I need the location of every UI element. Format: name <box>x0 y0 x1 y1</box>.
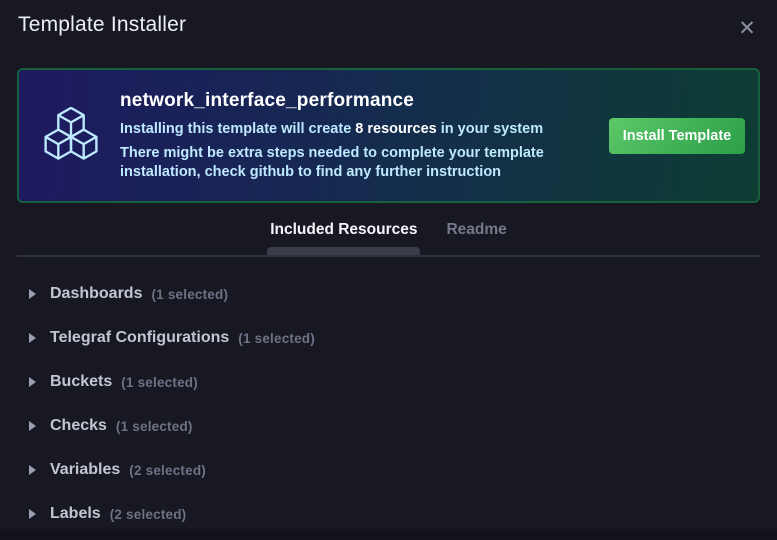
resource-count: (1 selected) <box>121 374 198 390</box>
caret-right-icon <box>29 509 36 519</box>
tab-readme-label: Readme <box>446 221 507 238</box>
resource-row-checks[interactable]: Checks (1 selected) <box>0 404 777 448</box>
resource-count: (1 selected) <box>115 418 193 434</box>
resource-label: Buckets <box>50 373 113 390</box>
resource-list: Dashboards (1 selected) Telegraf Configu… <box>0 272 777 536</box>
caret-right-icon <box>29 333 36 343</box>
install-template-button[interactable]: Install Template <box>609 117 745 154</box>
caret-right-icon <box>29 377 36 387</box>
tab-included-resources-label: Included Resources <box>270 221 418 238</box>
resource-label: Telegraf Configurations <box>50 329 230 346</box>
banner-text: network_interface_performance Installing… <box>120 90 595 181</box>
description-suffix: in your system <box>436 121 544 137</box>
description-prefix: Installing this template will create <box>120 121 356 137</box>
caret-right-icon <box>29 465 36 475</box>
resource-count: (2 selected) <box>129 462 206 478</box>
resource-count-highlight: 8 resources <box>355 121 437 137</box>
resource-row-dashboards[interactable]: Dashboards (1 selected) <box>0 272 777 316</box>
resource-row-buckets[interactable]: Buckets (1 selected) <box>0 360 777 404</box>
close-icon: ✕ <box>738 16 756 40</box>
resource-row-variables[interactable]: Variables (2 selected) <box>0 448 777 492</box>
page-title: Template Installer <box>18 13 187 36</box>
resource-row-telegraf-configurations[interactable]: Telegraf Configurations (1 selected) <box>0 316 777 360</box>
resource-label: Variables <box>50 461 121 478</box>
template-name: network_interface_performance <box>120 90 415 111</box>
banner-note: There might be extra steps needed to com… <box>120 145 544 180</box>
tab-readme[interactable]: Readme <box>446 221 506 243</box>
template-installer-modal: Template Installer ✕ network_interface_p… <box>0 0 777 540</box>
resource-label: Dashboards <box>50 285 143 302</box>
resource-label: Checks <box>50 417 107 434</box>
resource-count: (1 selected) <box>151 286 229 302</box>
template-banner: network_interface_performance Installing… <box>17 68 760 203</box>
tab-included-resources[interactable]: Included Resources <box>267 221 421 256</box>
caret-right-icon <box>29 421 36 431</box>
resource-label: Labels <box>50 505 101 522</box>
close-button[interactable]: ✕ <box>732 13 762 43</box>
caret-right-icon <box>29 289 36 299</box>
tab-bar: Included Resources Readme <box>0 221 777 256</box>
divider <box>17 255 760 257</box>
modal-bottom-edge <box>0 529 777 540</box>
banner-description: Installing this template will create 8 r… <box>120 121 595 137</box>
resource-count: (2 selected) <box>109 506 187 522</box>
cubes-icon <box>42 106 100 165</box>
resource-count: (1 selected) <box>238 330 315 346</box>
